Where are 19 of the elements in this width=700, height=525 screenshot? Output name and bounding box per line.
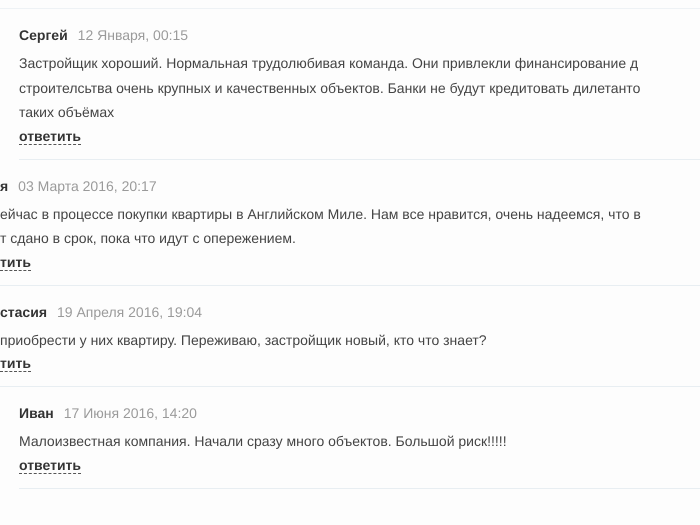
comment-text: таких объёмах — [19, 103, 116, 122]
comment-date: 12 Января, 00:15 — [78, 26, 188, 45]
comment-author: стасия — [0, 302, 47, 322]
comment-text: Застройщик хороший. Нормальная трудолюбивая команда. Они привлекли финансирование д — [19, 54, 640, 73]
reply-link[interactable]: ответить — [19, 128, 82, 144]
comment-date: 19 Апреля 2016, 19:04 — [57, 302, 202, 322]
comment-author: Иван — [19, 404, 54, 423]
reply-link[interactable]: ответить — [19, 456, 82, 474]
comment-date: 17 Июня 2016, 14:20 — [64, 404, 197, 423]
comment-text: ейчас в процессе покупки квартиры в Английском Миле. Нам все нравится, очень надеемся, что в — [0, 204, 642, 224]
comment-text: приобрести у них квартиру. Переживаю, застройщик новый, кто что знает? — [0, 330, 488, 350]
reply-link[interactable]: тить — [0, 355, 31, 372]
comment-date: 03 Марта 2016, 20:17 — [18, 176, 157, 196]
comment-text: т сдано в срок, пока что идут с опережением. — [0, 229, 297, 248]
comment-text: строителсьтва очень крупных и качественных объектов. Банки не будут кредитовать дилетанто — [19, 78, 642, 98]
comment-author: Сергей — [19, 26, 68, 45]
reply-link[interactable]: тить — [0, 254, 31, 270]
comment-text: Малоизвестная компания. Начали сразу много объектов. Большой риск!!!!! — [19, 432, 508, 451]
comment-author: я — [0, 176, 8, 196]
